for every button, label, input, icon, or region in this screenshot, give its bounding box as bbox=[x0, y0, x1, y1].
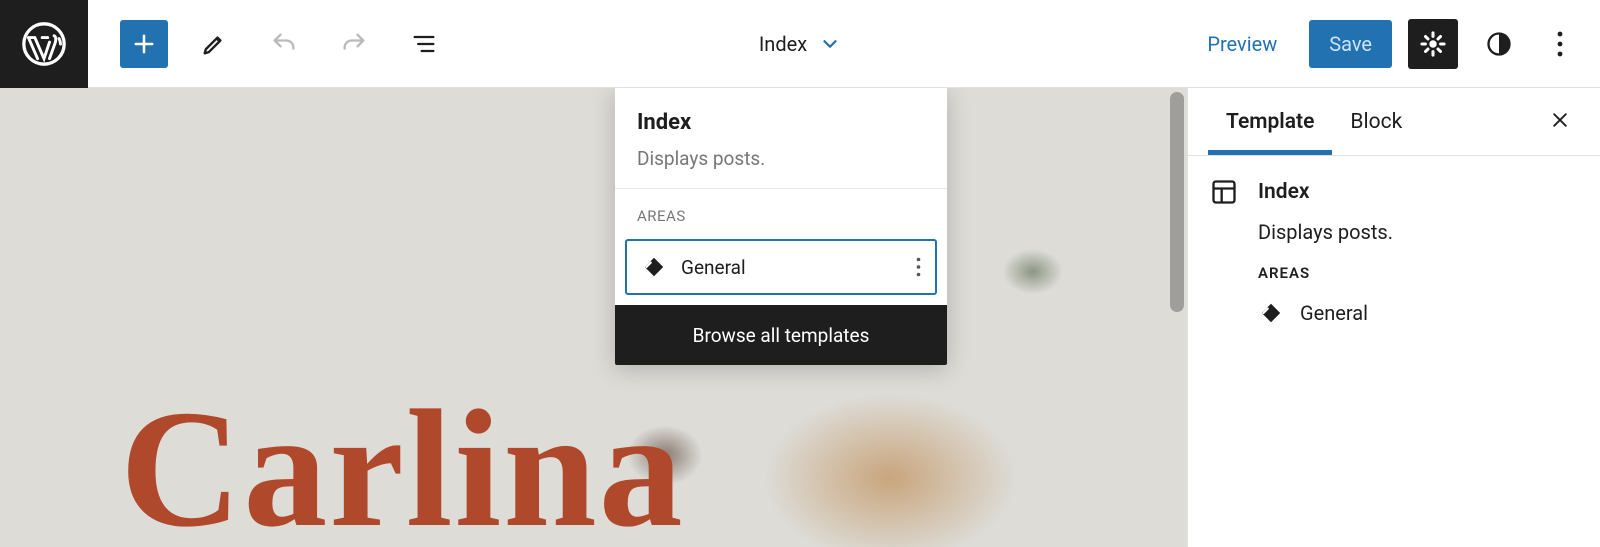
sidebar-tabs: Template Block bbox=[1188, 88, 1600, 156]
sidebar-area-label: General bbox=[1300, 301, 1368, 325]
tab-block[interactable]: Block bbox=[1332, 90, 1420, 154]
redo-icon bbox=[340, 30, 368, 58]
list-view-icon bbox=[410, 30, 438, 58]
popover-description: Displays posts. bbox=[637, 147, 925, 170]
template-part-icon bbox=[641, 254, 667, 280]
sidebar-area-general[interactable]: General bbox=[1258, 300, 1578, 326]
popover-header: Index Displays posts. bbox=[615, 88, 947, 189]
sidebar-title: Index bbox=[1258, 180, 1310, 204]
add-block-button[interactable] bbox=[120, 20, 168, 68]
sidebar-areas-label: AREAS bbox=[1258, 264, 1578, 282]
document-title: Index bbox=[759, 32, 807, 56]
editor-canvas[interactable]: Carlina Index Displays posts. AREAS Gene… bbox=[0, 88, 1187, 547]
browse-all-templates-button[interactable]: Browse all templates bbox=[615, 305, 947, 365]
sidebar-description: Displays posts. bbox=[1258, 220, 1578, 244]
top-toolbar: Index Preview Save bbox=[0, 0, 1600, 88]
preview-button[interactable]: Preview bbox=[1191, 22, 1293, 66]
area-label: General bbox=[681, 256, 902, 279]
wordpress-logo-button[interactable] bbox=[0, 0, 88, 88]
sidebar-title-row: Index bbox=[1210, 178, 1578, 206]
styles-icon bbox=[1485, 30, 1513, 58]
site-title-block[interactable]: Carlina bbox=[120, 385, 685, 547]
settings-button[interactable] bbox=[1408, 19, 1458, 69]
more-vertical-icon bbox=[1557, 31, 1563, 57]
undo-icon bbox=[270, 30, 298, 58]
popover-areas-label: AREAS bbox=[615, 189, 947, 239]
sidebar-body: Index Displays posts. AREAS General bbox=[1188, 156, 1600, 348]
toolbar-left-group bbox=[88, 20, 448, 68]
sidebar-close-button[interactable] bbox=[1540, 100, 1580, 144]
settings-sidebar: Template Block Index Displays posts. ARE… bbox=[1187, 88, 1600, 547]
layout-icon bbox=[1210, 178, 1238, 206]
more-options-button[interactable] bbox=[1540, 19, 1580, 69]
tab-template[interactable]: Template bbox=[1208, 90, 1332, 154]
close-icon bbox=[1550, 110, 1570, 130]
main-area: Carlina Index Displays posts. AREAS Gene… bbox=[0, 88, 1600, 547]
popover-title: Index bbox=[637, 110, 925, 135]
canvas-scrollbar[interactable] bbox=[1170, 92, 1184, 312]
more-vertical-icon[interactable] bbox=[916, 257, 921, 277]
redo-button[interactable] bbox=[330, 20, 378, 68]
plus-icon bbox=[130, 30, 158, 58]
wordpress-icon bbox=[22, 22, 66, 66]
edit-tool-button[interactable] bbox=[190, 20, 238, 68]
gear-icon bbox=[1419, 30, 1447, 58]
chevron-down-icon bbox=[819, 33, 841, 55]
popover-area-general[interactable]: General bbox=[625, 239, 937, 295]
undo-button[interactable] bbox=[260, 20, 308, 68]
template-part-icon bbox=[1258, 300, 1284, 326]
save-button[interactable]: Save bbox=[1309, 20, 1392, 68]
pencil-icon bbox=[200, 30, 228, 58]
styles-button[interactable] bbox=[1474, 19, 1524, 69]
template-popover: Index Displays posts. AREAS General Brow… bbox=[615, 88, 947, 365]
list-view-button[interactable] bbox=[400, 20, 448, 68]
toolbar-right-group: Preview Save bbox=[1191, 19, 1600, 69]
